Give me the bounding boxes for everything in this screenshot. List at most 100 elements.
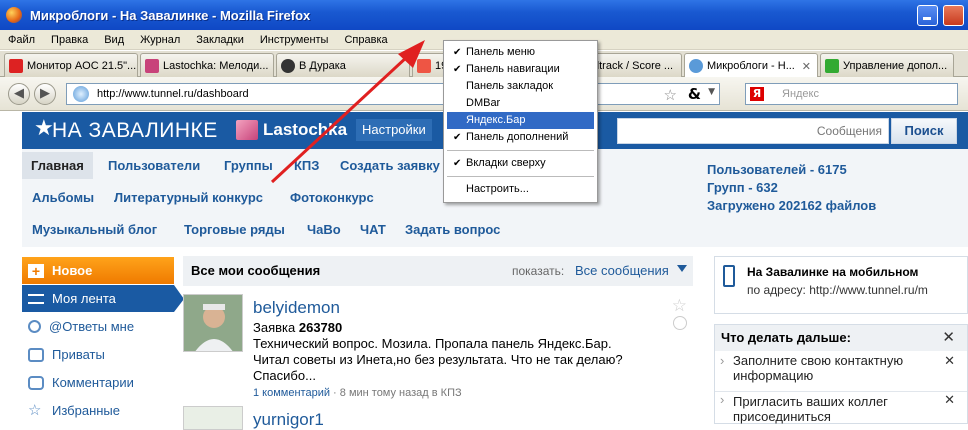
next-step-line: информацию: [733, 368, 814, 383]
minimize-button[interactable]: [917, 5, 938, 26]
logo-star-icon: ★: [34, 116, 54, 141]
close-icon[interactable]: ✕: [944, 392, 955, 407]
post-avatar[interactable]: [183, 294, 243, 352]
tab-label: dtrack / Score ...: [593, 59, 674, 72]
tab-label: Управление допол...: [843, 59, 948, 72]
tab-monitor[interactable]: Монитор AOC 21.5"...: [4, 53, 138, 77]
user-avatar[interactable]: [236, 120, 258, 140]
menu-tools[interactable]: Инструменты: [252, 34, 337, 46]
back-button[interactable]: ◀: [8, 83, 30, 105]
forward-button[interactable]: ▶: [34, 83, 56, 105]
nav-photo-contest[interactable]: Фотоконкурс: [290, 190, 374, 205]
menu-view[interactable]: Вид: [96, 34, 132, 46]
post-username[interactable]: yurnigor1: [253, 410, 324, 430]
tab-microblogs[interactable]: Микроблоги - Н... ✕: [684, 53, 818, 78]
menu-edit[interactable]: Правка: [43, 34, 96, 46]
nav-faq[interactable]: ЧаВо: [307, 222, 341, 237]
menu-item-addons-bar[interactable]: ✔ Панель дополнений: [447, 129, 594, 146]
post-avatar[interactable]: [183, 406, 243, 430]
menu-item-label: Панель навигации: [466, 63, 560, 75]
sidebar-item-new[interactable]: + Новое: [22, 257, 174, 284]
site-logo[interactable]: НА ЗАВАЛИНКЕ: [52, 119, 218, 143]
menu-item-dmbar[interactable]: DMBar: [447, 95, 594, 112]
nav-home[interactable]: Главная: [22, 152, 93, 179]
close-window-button[interactable]: [943, 5, 964, 26]
menu-help[interactable]: Справка: [336, 34, 395, 46]
tab-lastochka[interactable]: Lastochka: Мелоди...: [140, 53, 274, 77]
site-search-button[interactable]: Поиск: [891, 118, 957, 144]
nav-albums[interactable]: Альбомы: [32, 190, 94, 205]
post-meta: 1 комментарий · 8 мин тому назад в КПЗ: [253, 387, 462, 399]
game-icon: [281, 58, 295, 73]
nav-chat[interactable]: ЧАТ: [360, 222, 386, 237]
nav-literary-contest[interactable]: Литературный конкурс: [114, 190, 263, 205]
menu-bookmarks[interactable]: Закладки: [188, 34, 252, 46]
tab-score[interactable]: dtrack / Score ...: [586, 53, 682, 77]
favorite-star-icon[interactable]: ☆: [672, 296, 687, 316]
menu-file[interactable]: Файл: [0, 34, 43, 46]
chevron-right-icon: ›: [720, 353, 725, 368]
menu-separator: [447, 176, 594, 177]
feed-post: belyidemon Заявка 263780 Технический воп…: [183, 294, 693, 404]
stat-files: Загружено 202162 файлов: [707, 198, 877, 213]
menu-history[interactable]: Журнал: [132, 34, 188, 46]
sidebar-item-my-feed[interactable]: Моя лента: [22, 285, 184, 312]
menu-item-label: Панель закладок: [466, 80, 554, 92]
next-step-line: присоединиться: [733, 409, 831, 424]
mobile-title: На Завалинке на мобильном: [747, 265, 919, 279]
stat-groups: Групп - 632: [707, 180, 778, 195]
menu-item-customize[interactable]: Настроить...: [447, 181, 594, 198]
menu-item-menu-bar[interactable]: ✔ Панель меню: [447, 44, 594, 61]
nav-create-request[interactable]: Создать заявку: [340, 158, 440, 173]
people-icon: [28, 347, 44, 362]
site-search-input[interactable]: Сообщения: [617, 118, 889, 144]
nav-kpz[interactable]: КПЗ: [294, 158, 319, 173]
post-request-label: Заявка: [253, 320, 296, 335]
nav-music-blog[interactable]: Музыкальный блог: [32, 222, 157, 237]
close-tab-icon[interactable]: ✕: [802, 60, 811, 73]
post-request-number[interactable]: 263780: [299, 320, 342, 335]
tab-addons[interactable]: Управление допол...: [820, 53, 954, 77]
nav-trade[interactable]: Торговые ряды: [184, 222, 285, 237]
next-step-line: Заполните свою контактную: [733, 353, 904, 368]
browser-search-box[interactable]: Я Яндекс: [745, 83, 958, 105]
menu-item-bookmarks-bar[interactable]: Панель закладок: [447, 78, 594, 95]
post-text-line: Читал советы из Инета,но без результата.…: [253, 352, 623, 367]
site-icon: [689, 59, 703, 73]
sidebar-item-favorites[interactable]: ☆ Избранные: [22, 397, 174, 424]
chevron-down-icon[interactable]: [677, 265, 687, 272]
post-username[interactable]: belyidemon: [253, 298, 340, 318]
menu-item-label: Вкладки сверху: [466, 157, 546, 169]
close-icon[interactable]: ✕: [942, 328, 955, 346]
menu-item-yandex-bar[interactable]: Яндекс.Бар: [447, 112, 594, 129]
edit-icon[interactable]: [673, 316, 687, 330]
settings-button[interactable]: Настройки: [356, 119, 432, 141]
sidebar-item-privates[interactable]: Приваты: [22, 341, 174, 368]
url-bar[interactable]: http://www.tunnel.ru/dashboard ☆ & ▼: [66, 83, 720, 105]
post-comments-link[interactable]: 1 комментарий: [253, 387, 330, 399]
dropdown-icon[interactable]: ▼: [708, 87, 715, 97]
list-icon: [28, 293, 44, 304]
sidebar-item-comments[interactable]: Комментарии: [22, 369, 174, 396]
username[interactable]: Lastochka: [263, 120, 347, 140]
next-step-item[interactable]: › Заполните свою контактную информацию ✕: [715, 353, 967, 383]
nav-ask-question[interactable]: Задать вопрос: [405, 222, 500, 237]
site-search-placeholder: Сообщения: [816, 124, 882, 138]
feed-title: Все мои сообщения: [191, 263, 321, 278]
feed-filter-select[interactable]: Все сообщения: [575, 263, 669, 278]
menu-item-label: Панель меню: [466, 46, 536, 58]
tab-durak[interactable]: В Дурака: [276, 53, 410, 77]
avatar-icon: [145, 58, 159, 73]
plus-icon: +: [28, 263, 44, 278]
menu-item-tabs-on-top[interactable]: ✔ Вкладки сверху: [447, 155, 594, 172]
close-icon[interactable]: ✕: [944, 353, 955, 368]
next-step-item[interactable]: › Пригласить ваших коллег присоединиться…: [715, 391, 967, 424]
nav-users[interactable]: Пользователи: [108, 158, 200, 173]
menu-item-navigation-bar[interactable]: ✔ Панель навигации: [447, 61, 594, 78]
amp-icon[interactable]: &: [688, 85, 701, 103]
menu-item-label: Настроить...: [466, 183, 529, 195]
sidebar-item-replies[interactable]: @Ответы мне: [22, 313, 174, 340]
puzzle-icon: [825, 58, 839, 73]
bookmark-star-icon[interactable]: ☆: [664, 86, 677, 104]
nav-groups[interactable]: Группы: [224, 158, 273, 173]
